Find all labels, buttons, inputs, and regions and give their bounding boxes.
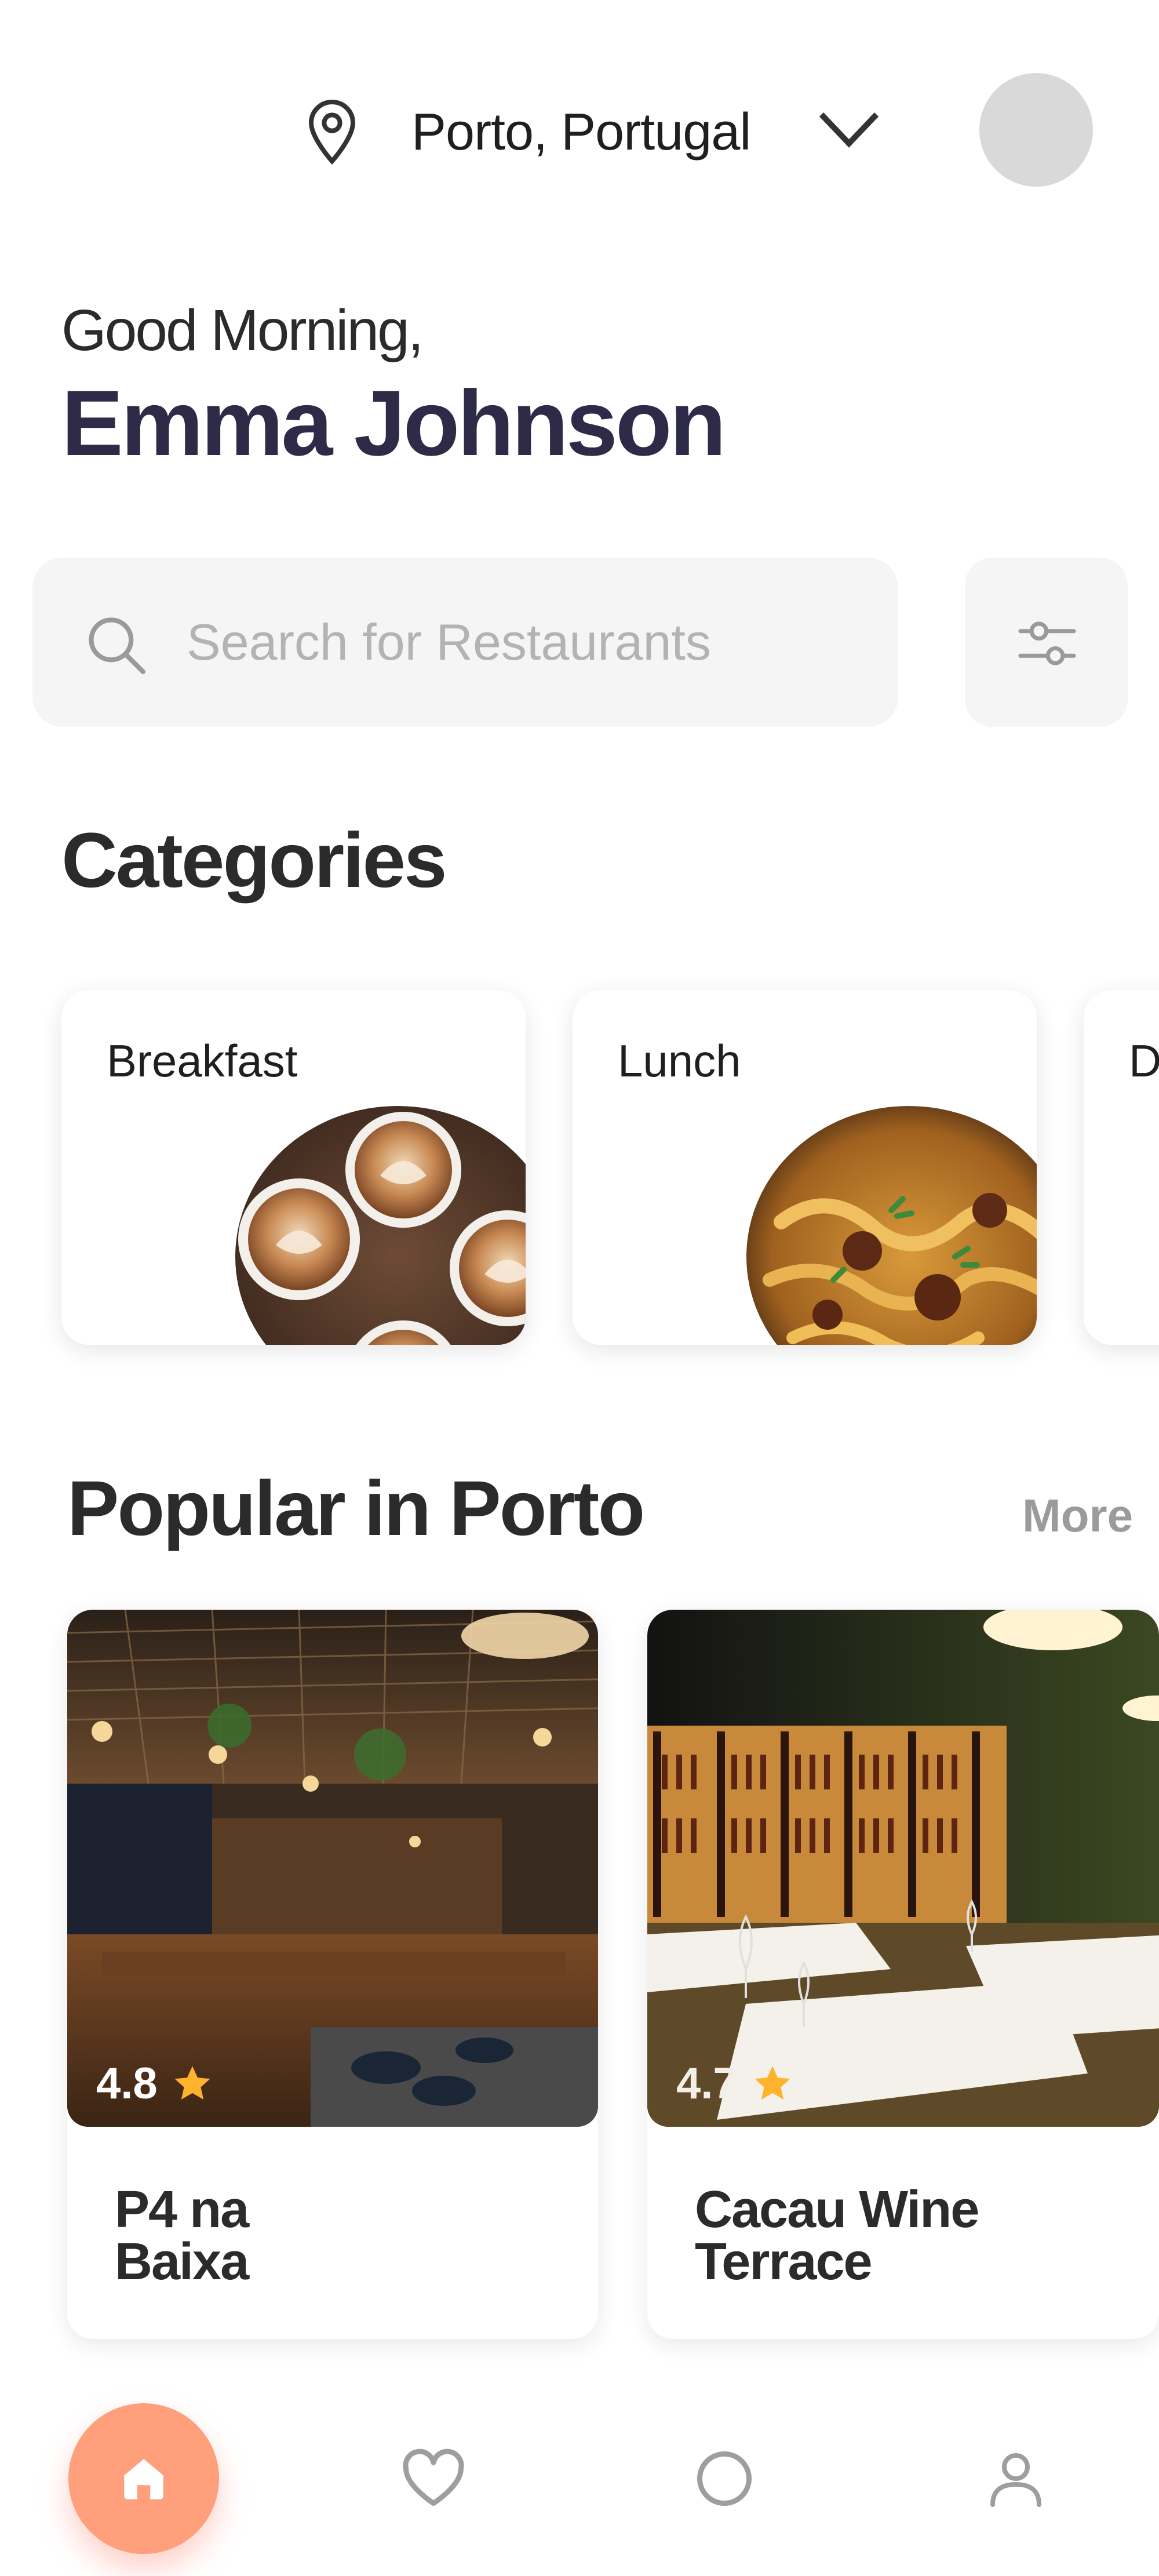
greeting-salutation: Good Morning, xyxy=(61,298,424,363)
chevron-down-icon[interactable] xyxy=(817,110,881,151)
restaurant-name-line2: Baixa xyxy=(115,2233,249,2291)
search-icon xyxy=(89,617,145,674)
category-card-partial[interactable]: D xyxy=(1084,990,1159,1345)
map-pin-icon[interactable] xyxy=(304,99,360,166)
heart-icon[interactable] xyxy=(399,2444,468,2513)
filter-sliders-icon xyxy=(1018,621,1076,665)
rating-value: 4.7 xyxy=(676,2059,738,2108)
restaurant-name-line2: Terrace xyxy=(695,2233,873,2291)
header: Porto, Portugal xyxy=(0,0,1159,191)
user-icon[interactable] xyxy=(981,2444,1051,2513)
popular-title: Popular in Porto xyxy=(67,1465,645,1552)
rating-value: 4.8 xyxy=(96,2059,158,2108)
wine-bar-interior-image xyxy=(647,1610,1159,2127)
filter-button[interactable] xyxy=(965,558,1128,727)
restaurant-name: Cacau Wine Terrace xyxy=(695,2184,1135,2288)
restaurant-name-line1: Cacau Wine xyxy=(695,2181,979,2239)
location-label[interactable]: Porto, Portugal xyxy=(411,99,751,166)
search-bar[interactable] xyxy=(32,558,898,727)
star-icon xyxy=(174,2066,210,2100)
restaurant-name: P4 na Baixa xyxy=(115,2184,555,2288)
search-input[interactable] xyxy=(187,604,870,681)
restaurant-name-line1: P4 na xyxy=(115,2181,249,2239)
category-card-lunch[interactable]: Lunch xyxy=(573,990,1037,1345)
avatar[interactable] xyxy=(979,73,1093,187)
more-link[interactable]: More xyxy=(1022,1487,1133,1545)
pasta-dish-image xyxy=(746,1106,1037,1345)
user-name: Emma Johnson xyxy=(61,371,726,475)
home-icon xyxy=(124,2459,163,2499)
restaurant-card-cacau[interactable]: 4.7 Cacau Wine Terrace xyxy=(647,1610,1159,2339)
nav-home-button[interactable] xyxy=(68,2403,219,2554)
rating: 4.7 xyxy=(676,2056,793,2112)
circle-icon[interactable] xyxy=(690,2444,759,2513)
category-label: D xyxy=(1129,1035,1159,1086)
category-label: Breakfast xyxy=(107,1035,298,1086)
category-card-breakfast[interactable]: Breakfast xyxy=(61,990,526,1345)
restaurant-card-p4[interactable]: 4.8 P4 na Baixa xyxy=(67,1610,598,2339)
restaurant-interior-image xyxy=(67,1610,598,2127)
category-label: Lunch xyxy=(618,1035,741,1086)
rating: 4.8 xyxy=(96,2056,213,2112)
categories-title: Categories xyxy=(61,817,447,904)
star-icon xyxy=(755,2066,790,2100)
home-screen: Porto, Portugal Good Morning, Emma Johns… xyxy=(0,0,1159,2576)
coffee-latte-art-image xyxy=(235,1106,526,1345)
bottom-nav xyxy=(0,2377,1159,2576)
